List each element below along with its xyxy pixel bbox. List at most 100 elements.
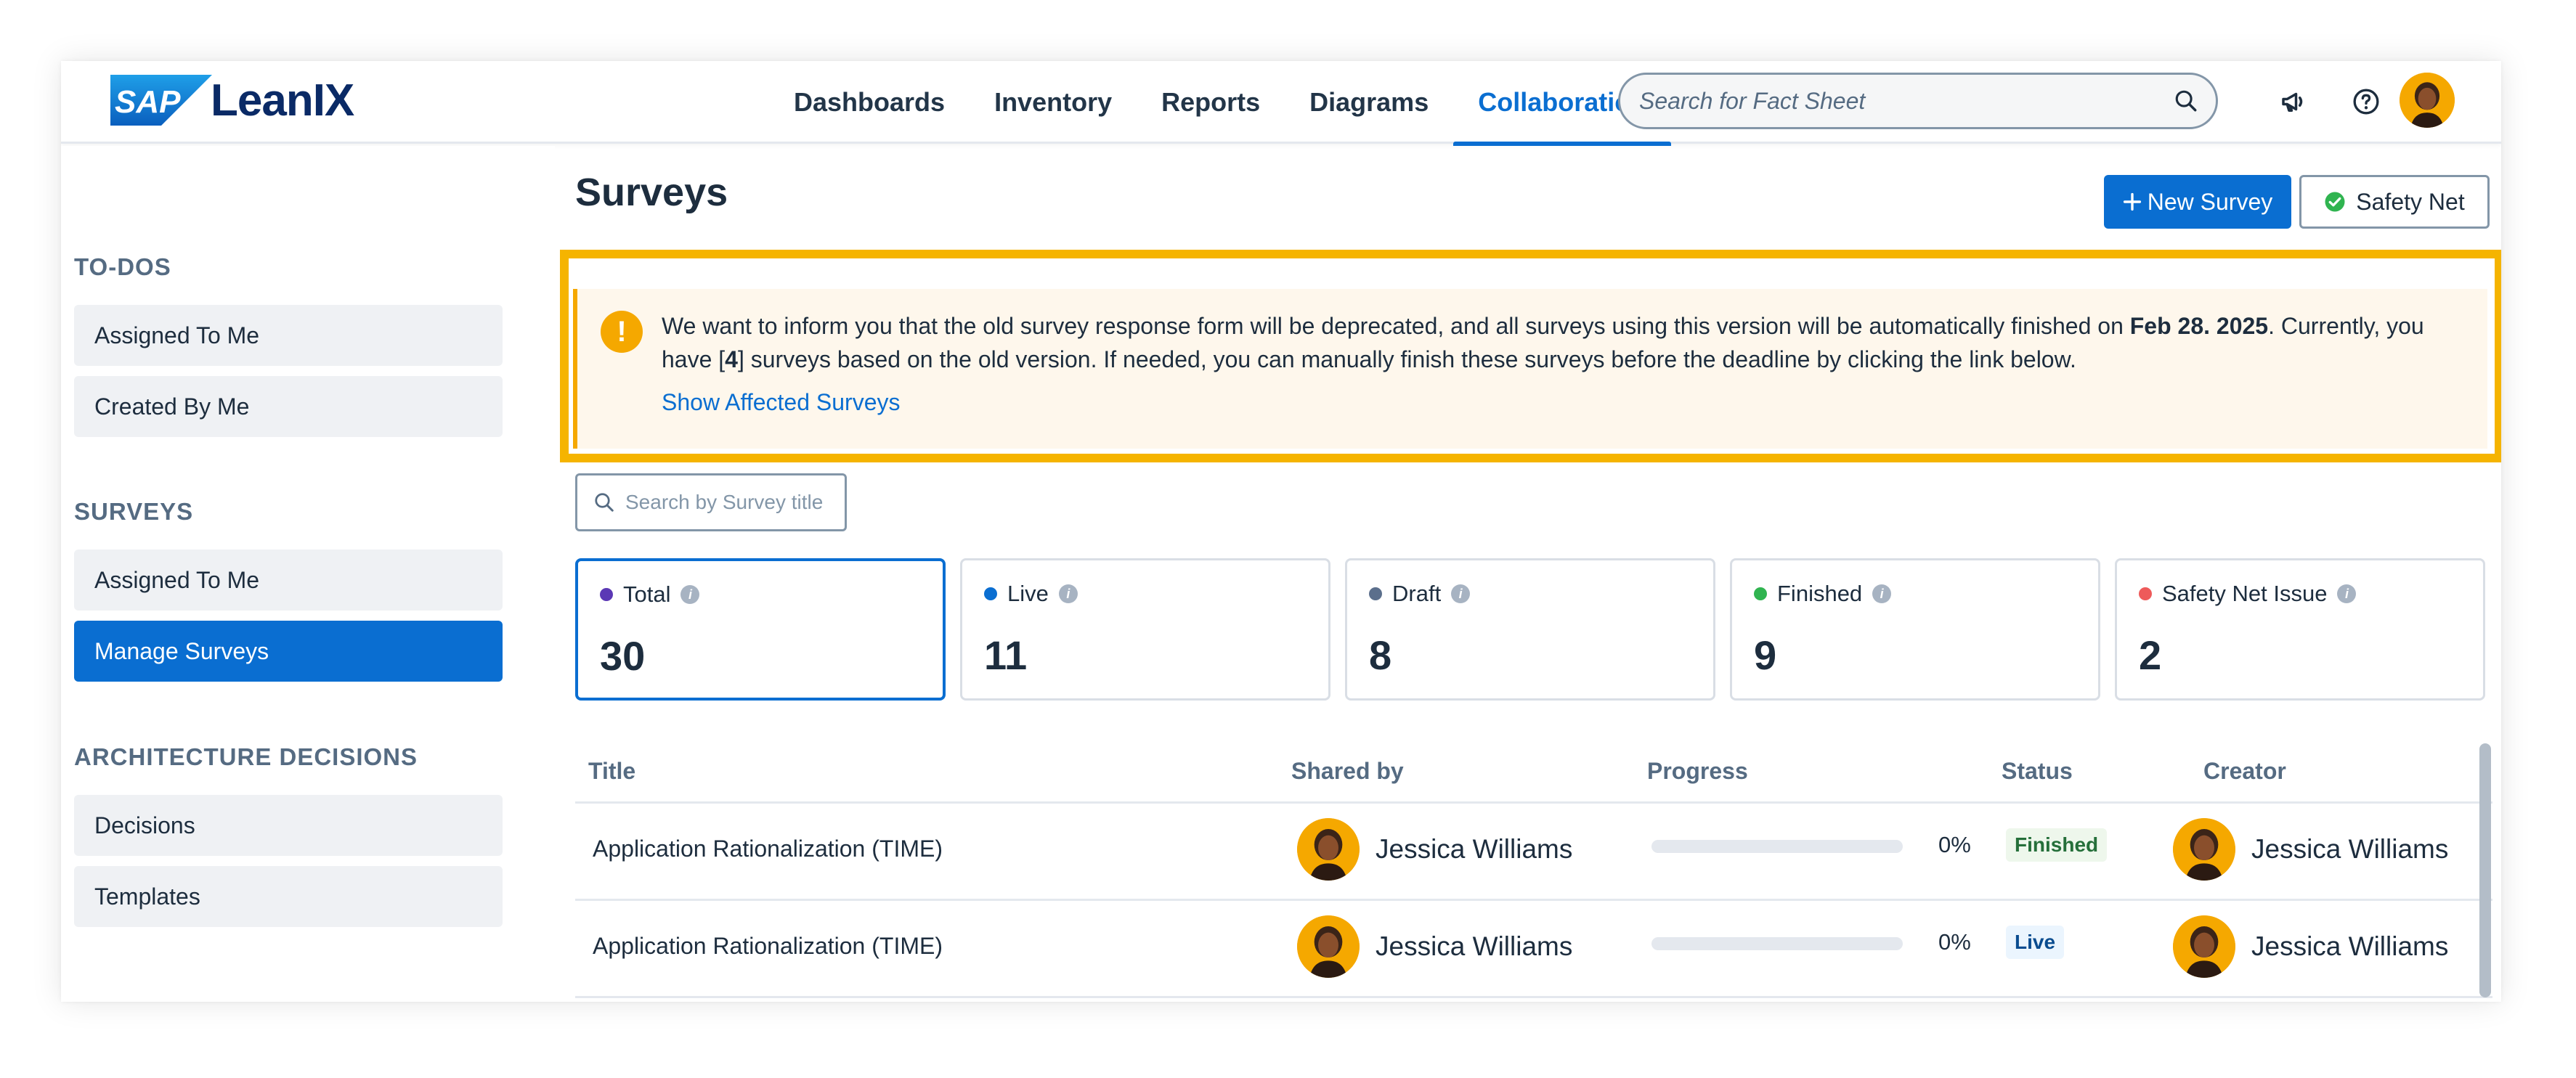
safety-net-label: Safety Net <box>2356 188 2465 215</box>
user-avatar-icon <box>2400 73 2455 128</box>
sidebar-item-todos-assigned[interactable]: Assigned To Me <box>74 305 503 366</box>
stat-value: 2 <box>2139 632 2162 678</box>
avatar <box>1297 818 1360 881</box>
column-header-progress[interactable]: Progress <box>1647 758 1748 785</box>
person-name: Jessica Williams <box>1376 834 1573 864</box>
creator-person: Jessica Williams <box>2173 915 2448 978</box>
fact-sheet-search-input[interactable] <box>1639 87 2174 115</box>
stat-value: 8 <box>1369 632 1392 678</box>
stat-value: 9 <box>1754 632 1777 678</box>
nav-diagrams[interactable]: Diagrams <box>1285 61 1453 144</box>
stat-label: Draft <box>1392 581 1442 606</box>
page-title: Surveys <box>575 171 728 214</box>
sap-logo-text: SAP <box>115 84 181 120</box>
stat-label: Finished <box>1777 581 1863 606</box>
stat-card-safety-net-issue[interactable]: Safety Net Issue i 2 <box>2115 558 2485 701</box>
progress-bar <box>1651 937 1903 950</box>
stat-value: 11 <box>984 632 1028 678</box>
survey-search <box>575 473 847 531</box>
show-affected-surveys-link[interactable]: Show Affected Surveys <box>662 389 2458 416</box>
column-header-creator[interactable]: Creator <box>2203 758 2286 785</box>
user-avatar-icon <box>1297 915 1360 978</box>
sidebar-item-surveys-assigned[interactable]: Assigned To Me <box>74 550 503 611</box>
stat-card-live[interactable]: Live i 11 <box>960 558 1330 701</box>
stat-card-finished[interactable]: Finished i 9 <box>1730 558 2100 701</box>
sidebar-heading-todos: TO-DOS <box>74 253 171 280</box>
sap-leanix-logo[interactable]: SAP LeanIX <box>110 74 354 126</box>
check-circle-icon <box>2325 192 2345 212</box>
info-icon[interactable]: i <box>1872 584 1892 603</box>
main-nav: Dashboards Inventory Reports Diagrams Co… <box>769 61 1672 146</box>
status-dot <box>1369 587 1382 600</box>
progress-bar <box>1651 840 1903 853</box>
top-header: SAP LeanIX Dashboards Inventory Reports … <box>61 61 2501 146</box>
table-row-divider <box>575 996 2492 1002</box>
sidebar-heading-surveys: SURVEYS <box>74 498 194 525</box>
survey-title[interactable]: Application Rationalization (TIME) <box>593 836 943 862</box>
user-avatar[interactable] <box>2400 73 2455 128</box>
app-window: SAP LeanIX Dashboards Inventory Reports … <box>61 61 2501 1002</box>
column-header-title[interactable]: Title <box>588 758 635 785</box>
stat-value: 30 <box>600 633 646 679</box>
column-header-shared-by[interactable]: Shared by <box>1291 758 1404 785</box>
person-name: Jessica Williams <box>2251 834 2449 864</box>
warning-icon: ! <box>601 311 643 353</box>
safety-net-button[interactable]: Safety Net <box>2299 175 2490 229</box>
user-avatar-icon <box>2173 818 2235 881</box>
status-dot <box>1754 587 1767 600</box>
status-badge: Live <box>2006 926 2065 959</box>
info-icon[interactable]: i <box>1451 584 1471 603</box>
table-scrollbar[interactable] <box>2479 743 2491 997</box>
fact-sheet-search <box>1618 73 2218 129</box>
user-avatar-icon <box>1297 818 1360 881</box>
avatar <box>1297 915 1360 978</box>
status-dot <box>984 587 997 600</box>
deprecation-notice: ! We want to inform you that the old sur… <box>573 289 2487 449</box>
notice-text: We want to inform you that the old surve… <box>662 309 2458 376</box>
nav-dashboards[interactable]: Dashboards <box>769 61 970 144</box>
brand-name: LeanIX <box>211 75 354 126</box>
creator-person: Jessica Williams <box>2173 818 2448 881</box>
shared-by-person: Jessica Williams <box>1297 915 1572 978</box>
notice-count: 4 <box>725 346 738 372</box>
stat-label: Total <box>623 581 671 607</box>
search-icon <box>595 493 614 512</box>
notice-text-part1: We want to inform you that the old surve… <box>662 313 2130 339</box>
megaphone-icon <box>2282 92 2303 112</box>
sidebar-item-manage-surveys[interactable]: Manage Surveys <box>74 621 503 682</box>
survey-title[interactable]: Application Rationalization (TIME) <box>593 933 943 960</box>
info-icon[interactable]: i <box>680 585 700 604</box>
status-dot <box>2139 587 2152 600</box>
nav-inventory[interactable]: Inventory <box>970 61 1137 144</box>
new-survey-label: New Survey <box>2147 188 2273 215</box>
announcements-button[interactable] <box>2269 77 2318 126</box>
progress-percent: 0% <box>1938 929 1971 955</box>
sidebar-item-decisions[interactable]: Decisions <box>74 795 503 856</box>
search-icon[interactable] <box>2174 89 2198 113</box>
stat-label: Live <box>1007 581 1049 606</box>
person-name: Jessica Williams <box>1376 931 1573 961</box>
nav-reports[interactable]: Reports <box>1137 61 1285 144</box>
user-avatar-icon <box>2173 915 2235 978</box>
stat-card-total[interactable]: Total i 30 <box>575 558 946 701</box>
sidebar-item-todos-created[interactable]: Created By Me <box>74 376 503 437</box>
stat-label: Safety Net Issue <box>2162 581 2328 606</box>
column-header-status[interactable]: Status <box>2002 758 2073 785</box>
shared-by-person: Jessica Williams <box>1297 818 1572 881</box>
avatar <box>2173 915 2235 978</box>
new-survey-button[interactable]: New Survey <box>2104 175 2291 229</box>
stat-card-draft[interactable]: Draft i 8 <box>1345 558 1715 701</box>
avatar <box>2173 818 2235 881</box>
person-name: Jessica Williams <box>2251 931 2449 961</box>
help-button[interactable] <box>2341 77 2391 126</box>
help-icon <box>2353 89 2379 115</box>
sidebar-item-templates[interactable]: Templates <box>74 866 503 927</box>
survey-search-input[interactable] <box>625 491 836 514</box>
sidebar: TO-DOS Assigned To Me Created By Me SURV… <box>61 146 555 1002</box>
progress-percent: 0% <box>1938 832 1971 857</box>
info-icon[interactable]: i <box>1058 584 1078 603</box>
status-dot <box>600 588 613 601</box>
plus-icon <box>2123 192 2141 211</box>
info-icon[interactable]: i <box>2337 584 2357 603</box>
sidebar-heading-architecture: ARCHITECTURE DECISIONS <box>74 743 418 770</box>
